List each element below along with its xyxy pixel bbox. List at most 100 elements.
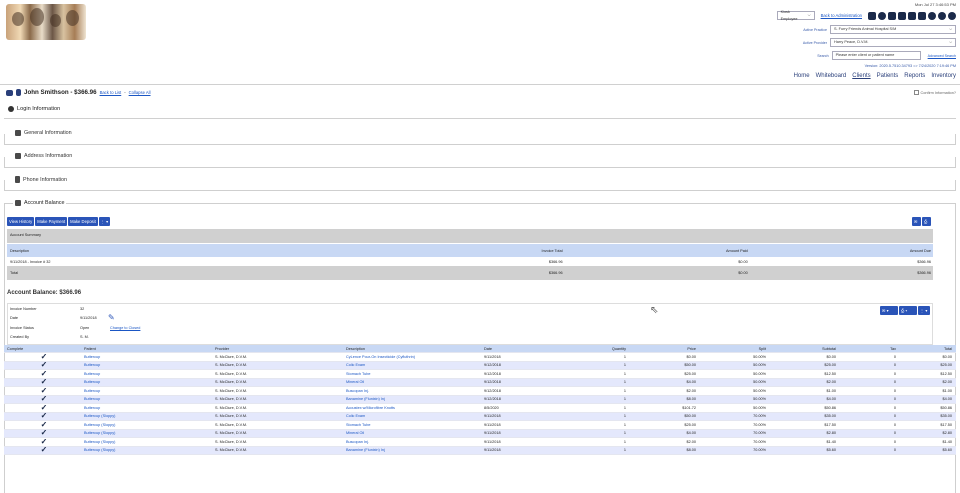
line-item-row[interactable]: ✓ Buttercup S. McClure, D.V.M. Colic Exam 9/… — [4, 361, 956, 370]
line-item-row[interactable]: ✓ Buttercup S. McClure, D.V.M. CyLence Pour… — [4, 353, 956, 362]
make-payment-button[interactable]: Make Payment — [35, 217, 68, 226]
search-input[interactable]: Please enter client or patient name — [831, 51, 921, 60]
checkmark-icon[interactable]: ✓ — [41, 388, 48, 394]
col-split: Split — [758, 346, 766, 351]
collapse-all-link[interactable]: Collapse All — [129, 90, 151, 95]
cell-tax: 0 — [893, 363, 896, 368]
checkmark-icon[interactable]: ✓ — [41, 413, 48, 419]
cell-description[interactable]: Stomach Tube — [346, 372, 484, 376]
active-provider-select[interactable]: Harry Peace, D.V.M. ⌵ — [830, 38, 956, 47]
make-deposit-button[interactable]: Make Deposit — [68, 217, 98, 226]
cell-patient[interactable]: Buttercup — [84, 372, 215, 376]
chat-icon[interactable] — [928, 11, 936, 20]
cell-patient[interactable]: Buttercup (Sloppy) — [84, 414, 215, 418]
line-item-row[interactable]: ✓ Buttercup (Sloppy) S. McClure, D.V.M. Bus… — [4, 438, 956, 447]
phone-section[interactable]: Phone Information — [4, 176, 956, 191]
view-history-button[interactable]: View History — [7, 217, 35, 226]
active-practice-select[interactable]: S. Furry Friends Animal Hospital S/M ⌵ — [830, 25, 956, 34]
cell-description[interactable]: Colic Exam — [346, 414, 484, 418]
nav-clients[interactable]: Clients — [852, 73, 870, 79]
general-section[interactable]: General Information — [4, 130, 956, 145]
cell-tax: 0 — [893, 371, 896, 376]
nav-inventory[interactable]: Inventory — [931, 73, 956, 79]
line-item-row[interactable]: ✓ Buttercup S. McClure, D.V.M. Mineral Oil 9… — [4, 378, 956, 387]
invoice-lines-table: Complete Patient Provider Description Da… — [4, 345, 956, 455]
cell-description[interactable]: Acoustex w/Microfibre Knotts — [346, 406, 484, 410]
checkmark-icon[interactable]: ✓ — [41, 396, 48, 402]
checkmark-icon[interactable]: ✓ — [41, 447, 48, 453]
more-actions-button[interactable]: ⋮ ▾ — [98, 217, 111, 226]
invoice-more-button[interactable]: ⋮ ▾ — [918, 306, 930, 315]
power-icon[interactable] — [948, 11, 956, 20]
line-item-row[interactable]: ✓ Buttercup (Sloppy) S. McClure, D.V.M. Col… — [4, 412, 956, 421]
cell-description[interactable]: Colic Exam — [346, 363, 484, 367]
nav-reports[interactable]: Reports — [904, 73, 925, 79]
line-item-row[interactable]: ✓ Buttercup (Sloppy) S. McClure, D.V.M. Sto… — [4, 421, 956, 430]
cell-description[interactable]: Buscopan Inj. — [346, 389, 484, 393]
summary-row[interactable]: 9/11/2018 - Invoice # 32 $366.96 $0.00 $… — [7, 257, 933, 266]
checkmark-icon[interactable]: ✓ — [41, 430, 48, 436]
checkmark-icon[interactable]: ✓ — [41, 362, 48, 368]
address-section[interactable]: Address Information — [4, 153, 956, 168]
login-section-header[interactable]: Login Information — [8, 106, 60, 112]
envelope-icon[interactable] — [6, 89, 13, 96]
help-icon[interactable] — [938, 11, 946, 20]
cell-date: 9/12/2018 — [484, 380, 501, 385]
confirm-checkbox[interactable] — [913, 90, 919, 95]
cell-patient[interactable]: Buttercup (Sloppy) — [84, 440, 215, 444]
line-item-row[interactable]: ✓ Buttercup (Sloppy) S. McClure, D.V.M. Min… — [4, 429, 956, 438]
line-item-row[interactable]: ✓ Buttercup S. McClure, D.V.M. Stomach Tube… — [4, 370, 956, 379]
cell-price: $50.00 — [684, 414, 696, 419]
cell-description[interactable]: Mineral Oil — [346, 380, 484, 384]
document-icon[interactable] — [16, 89, 21, 96]
cell-date: 9/11/2018 — [484, 431, 501, 436]
cell-patient[interactable]: Buttercup — [84, 355, 215, 359]
cell-description[interactable]: CyLence Pour-On Insecticide (Cyfluthrin) — [346, 355, 484, 359]
cell-description[interactable]: Stomach Tube — [346, 423, 484, 427]
cell-patient[interactable]: Buttercup — [84, 380, 215, 384]
cards-icon[interactable] — [898, 11, 906, 20]
checkmark-icon[interactable]: ✓ — [41, 379, 48, 385]
col-amount-due: Amount Due — [909, 248, 931, 253]
cell-patient[interactable]: Buttercup — [84, 363, 215, 367]
nav-home[interactable]: Home — [794, 73, 810, 79]
nav-whiteboard[interactable]: Whiteboard — [816, 73, 847, 79]
cell-price: $8.00 — [686, 397, 696, 402]
invoice-print-button[interactable]: ⎙ ▾ — [899, 306, 917, 315]
email-button[interactable]: ✉ — [912, 217, 921, 226]
cell-patient[interactable]: Buttercup — [84, 389, 215, 393]
checkmark-icon[interactable]: ✓ — [41, 405, 48, 411]
mail-icon[interactable] — [908, 11, 916, 20]
edit-pencil-icon[interactable]: ✎ — [108, 313, 115, 322]
cell-description[interactable]: Mineral Oil — [346, 431, 484, 435]
checkmark-icon[interactable]: ✓ — [41, 422, 48, 428]
checkmark-icon[interactable]: ✓ — [41, 371, 48, 377]
checkmark-icon[interactable]: ✓ — [41, 439, 48, 445]
employee-select[interactable]: Kiosk Employee ⌵ — [776, 10, 815, 21]
nav-patients[interactable]: Patients — [877, 73, 899, 79]
back-to-administration-link[interactable]: Back to Administration — [821, 13, 862, 18]
print-button[interactable]: ⎙ — [922, 217, 931, 226]
clock-icon[interactable] — [878, 11, 886, 20]
back-to-list-link[interactable]: Back to List — [100, 90, 122, 95]
gear-icon[interactable] — [918, 11, 926, 20]
line-item-row[interactable]: ✓ Buttercup S. McClure, D.V.M. Buscopan Inj… — [4, 387, 956, 396]
tag-icon[interactable] — [888, 11, 896, 20]
cell-description[interactable]: Banamine (Flunixin) Inj — [346, 397, 484, 401]
checkmark-icon[interactable]: ✓ — [41, 354, 48, 360]
cell-patient[interactable]: Buttercup — [84, 406, 215, 410]
cell-patient[interactable]: Buttercup — [84, 397, 215, 401]
cell-patient[interactable]: Buttercup (Sloppy) — [84, 431, 215, 435]
line-item-row[interactable]: ✓ Buttercup (Sloppy) S. McClure, D.V.M. Ban… — [4, 446, 956, 455]
invoice-email-button[interactable]: ✉ ▾ — [880, 306, 898, 315]
line-item-row[interactable]: ✓ Buttercup S. McClure, D.V.M. Acoustex w/M… — [4, 404, 956, 413]
line-item-row[interactable]: ✓ Buttercup S. McClure, D.V.M. Banamine (Fl… — [4, 395, 956, 404]
lock-icon[interactable] — [868, 11, 876, 20]
cell-description[interactable]: Buscopan Inj. — [346, 440, 484, 444]
cell-description[interactable]: Banamine (Flunixin) Inj — [346, 448, 484, 452]
cell-patient[interactable]: Buttercup (Sloppy) — [84, 448, 215, 452]
advanced-search-link[interactable]: Advanced Search — [928, 54, 956, 58]
cell-patient[interactable]: Buttercup (Sloppy) — [84, 423, 215, 427]
change-to-closed-link[interactable]: Change to Closed — [110, 326, 140, 330]
cell-total: $1.40 — [942, 439, 952, 444]
